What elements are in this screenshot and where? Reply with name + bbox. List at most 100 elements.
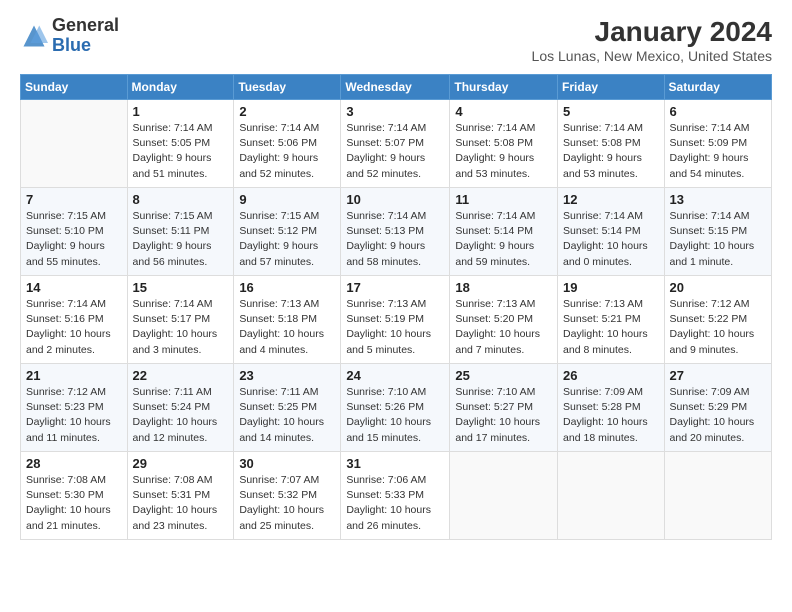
day-info: Sunrise: 7:14 AMSunset: 5:09 PMDaylight:… [670,121,766,182]
day-number: 8 [133,192,229,207]
day-number: 15 [133,280,229,295]
day-info: Sunrise: 7:14 AMSunset: 5:07 PMDaylight:… [346,121,444,182]
day-number: 28 [26,456,122,471]
calendar-cell: 25Sunrise: 7:10 AMSunset: 5:27 PMDayligh… [450,364,558,452]
calendar-cell: 24 Sunrise: 7:10 AMSunset: 5:26 PMDayligh… [341,364,450,452]
calendar-cell [664,452,771,540]
calendar-cell [450,452,558,540]
calendar-cell: 3 Sunrise: 7:14 AMSunset: 5:07 PMDaylight… [341,100,450,188]
day-info: Sunrise: 7:14 AMSunset: 5:13 PMDaylight:… [346,209,444,270]
day-number: 27 [670,368,766,383]
calendar-cell: 28 Sunrise: 7:08 AMSunset: 5:30 PMDayligh… [21,452,128,540]
day-number: 17 [346,280,444,295]
day-number: 6 [670,104,766,119]
day-info: Sunrise: 7:08 AMSunset: 5:30 PMDaylight:… [26,473,122,534]
day-number: 12 [563,192,659,207]
calendar-cell: 15 Sunrise: 7:14 AMSunset: 5:17 PMDayligh… [127,276,234,364]
calendar-cell: 18Sunrise: 7:13 AMSunset: 5:20 PMDayligh… [450,276,558,364]
day-info: Sunrise: 7:14 AMSunset: 5:15 PMDaylight:… [670,209,766,270]
logo-blue-text: Blue [52,35,91,55]
week-row-5: 28 Sunrise: 7:08 AMSunset: 5:30 PMDayligh… [21,452,772,540]
logo-general-text: General [52,15,119,35]
col-header-sunday: Sunday [21,75,128,100]
calendar-cell: 26 Sunrise: 7:09 AMSunset: 5:28 PMDayligh… [558,364,665,452]
day-info: Sunrise: 7:13 AMSunset: 5:21 PMDaylight:… [563,297,659,358]
day-number: 4 [455,104,552,119]
week-row-2: 7Sunrise: 7:15 AMSunset: 5:10 PMDaylight… [21,188,772,276]
calendar-cell: 10 Sunrise: 7:14 AMSunset: 5:13 PMDayligh… [341,188,450,276]
day-number: 20 [670,280,766,295]
day-number: 19 [563,280,659,295]
calendar-cell: 31Sunrise: 7:06 AMSunset: 5:33 PMDayligh… [341,452,450,540]
title-block: January 2024 Los Lunas, New Mexico, Unit… [532,16,772,64]
calendar-cell: 14Sunrise: 7:14 AMSunset: 5:16 PMDayligh… [21,276,128,364]
col-header-tuesday: Tuesday [234,75,341,100]
week-row-3: 14Sunrise: 7:14 AMSunset: 5:16 PMDayligh… [21,276,772,364]
calendar-cell: 11Sunrise: 7:14 AMSunset: 5:14 PMDayligh… [450,188,558,276]
day-info: Sunrise: 7:08 AMSunset: 5:31 PMDaylight:… [133,473,229,534]
calendar-cell: 12 Sunrise: 7:14 AMSunset: 5:14 PMDayligh… [558,188,665,276]
day-info: Sunrise: 7:11 AMSunset: 5:25 PMDaylight:… [239,385,335,446]
calendar-cell: 8 Sunrise: 7:15 AMSunset: 5:11 PMDaylight… [127,188,234,276]
calendar-cell: 17 Sunrise: 7:13 AMSunset: 5:19 PMDayligh… [341,276,450,364]
day-number: 1 [133,104,229,119]
day-info: Sunrise: 7:14 AMSunset: 5:06 PMDaylight:… [239,121,335,182]
day-number: 10 [346,192,444,207]
logo-icon [20,22,48,50]
day-number: 2 [239,104,335,119]
calendar-cell: 19 Sunrise: 7:13 AMSunset: 5:21 PMDayligh… [558,276,665,364]
day-number: 3 [346,104,444,119]
day-number: 22 [133,368,229,383]
logo: General Blue [20,16,119,56]
header: General Blue January 2024 Los Lunas, New… [20,16,772,64]
day-info: Sunrise: 7:07 AMSunset: 5:32 PMDaylight:… [239,473,335,534]
calendar-cell: 13 Sunrise: 7:14 AMSunset: 5:15 PMDayligh… [664,188,771,276]
col-header-thursday: Thursday [450,75,558,100]
day-number: 21 [26,368,122,383]
day-info: Sunrise: 7:14 AMSunset: 5:17 PMDaylight:… [133,297,229,358]
calendar-cell: 7Sunrise: 7:15 AMSunset: 5:10 PMDaylight… [21,188,128,276]
day-number: 24 [346,368,444,383]
day-info: Sunrise: 7:11 AMSunset: 5:24 PMDaylight:… [133,385,229,446]
col-header-saturday: Saturday [664,75,771,100]
calendar-table: SundayMondayTuesdayWednesdayThursdayFrid… [20,74,772,540]
day-number: 16 [239,280,335,295]
day-info: Sunrise: 7:13 AMSunset: 5:20 PMDaylight:… [455,297,552,358]
day-info: Sunrise: 7:06 AMSunset: 5:33 PMDaylight:… [346,473,444,534]
day-info: Sunrise: 7:13 AMSunset: 5:19 PMDaylight:… [346,297,444,358]
day-info: Sunrise: 7:12 AMSunset: 5:22 PMDaylight:… [670,297,766,358]
day-info: Sunrise: 7:15 AMSunset: 5:11 PMDaylight:… [133,209,229,270]
day-info: Sunrise: 7:10 AMSunset: 5:26 PMDaylight:… [346,385,444,446]
day-info: Sunrise: 7:14 AMSunset: 5:14 PMDaylight:… [455,209,552,270]
calendar-header-row: SundayMondayTuesdayWednesdayThursdayFrid… [21,75,772,100]
calendar-cell: 6 Sunrise: 7:14 AMSunset: 5:09 PMDaylight… [664,100,771,188]
calendar-cell: 2 Sunrise: 7:14 AMSunset: 5:06 PMDaylight… [234,100,341,188]
calendar-cell [558,452,665,540]
day-info: Sunrise: 7:14 AMSunset: 5:05 PMDaylight:… [133,121,229,182]
calendar-cell: 21 Sunrise: 7:12 AMSunset: 5:23 PMDayligh… [21,364,128,452]
day-info: Sunrise: 7:15 AMSunset: 5:12 PMDaylight:… [239,209,335,270]
day-info: Sunrise: 7:14 AMSunset: 5:08 PMDaylight:… [563,121,659,182]
day-number: 23 [239,368,335,383]
day-info: Sunrise: 7:09 AMSunset: 5:28 PMDaylight:… [563,385,659,446]
day-info: Sunrise: 7:09 AMSunset: 5:29 PMDaylight:… [670,385,766,446]
calendar-cell: 4 Sunrise: 7:14 AMSunset: 5:08 PMDaylight… [450,100,558,188]
day-info: Sunrise: 7:14 AMSunset: 5:14 PMDaylight:… [563,209,659,270]
day-info: Sunrise: 7:14 AMSunset: 5:08 PMDaylight:… [455,121,552,182]
day-number: 9 [239,192,335,207]
day-info: Sunrise: 7:13 AMSunset: 5:18 PMDaylight:… [239,297,335,358]
day-number: 13 [670,192,766,207]
col-header-wednesday: Wednesday [341,75,450,100]
logo-text: General Blue [52,16,119,56]
week-row-1: 1 Sunrise: 7:14 AMSunset: 5:05 PMDaylight… [21,100,772,188]
day-number: 5 [563,104,659,119]
day-info: Sunrise: 7:12 AMSunset: 5:23 PMDaylight:… [26,385,122,446]
calendar-cell: 27 Sunrise: 7:09 AMSunset: 5:29 PMDayligh… [664,364,771,452]
day-info: Sunrise: 7:15 AMSunset: 5:10 PMDaylight:… [26,209,122,270]
calendar-cell: 29Sunrise: 7:08 AMSunset: 5:31 PMDayligh… [127,452,234,540]
calendar-cell: 20 Sunrise: 7:12 AMSunset: 5:22 PMDayligh… [664,276,771,364]
calendar-cell: 1 Sunrise: 7:14 AMSunset: 5:05 PMDaylight… [127,100,234,188]
calendar-cell: 9 Sunrise: 7:15 AMSunset: 5:12 PMDaylight… [234,188,341,276]
day-number: 25 [455,368,552,383]
day-number: 26 [563,368,659,383]
